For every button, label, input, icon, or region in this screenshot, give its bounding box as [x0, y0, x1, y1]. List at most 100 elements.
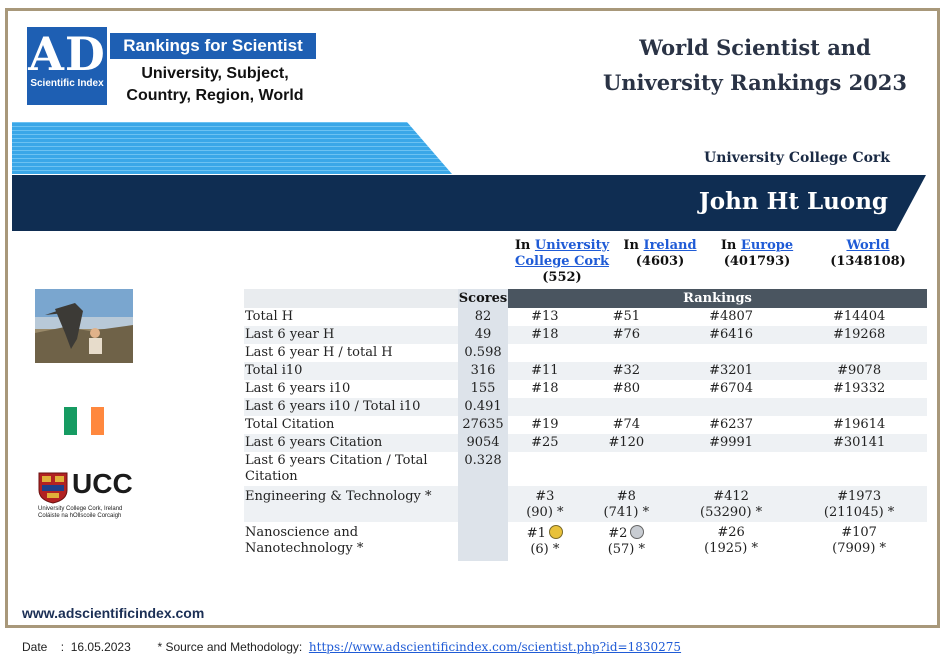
table-row: Last 6 years Citation / Total Citation 0.… [244, 452, 927, 486]
table-header-row: Scores Rankings [244, 289, 927, 308]
university-name: University College Cork [704, 150, 890, 166]
rankings-header: Rankings [508, 289, 927, 308]
rank-country [582, 452, 671, 486]
row-label: Last 6 years Citation / Total Citation [245, 453, 428, 484]
rank-world: #19268 [791, 326, 927, 344]
subject-rank-count: (1925) * [704, 541, 759, 556]
subject-rank: #3 (90) * [508, 486, 582, 522]
subject-rank-value: #3 [535, 489, 555, 504]
subject-rank: #1 (6) * [508, 522, 582, 561]
row-label: Total Citation [245, 417, 335, 432]
rank-university: #13 [531, 309, 559, 324]
table-row: Total i10 316 #11 #32 #3201 #9078 [244, 362, 927, 380]
date-label: Date [22, 640, 48, 654]
region-link[interactable]: Europe [741, 238, 793, 253]
row-score: 155 [458, 380, 508, 398]
rank-world [791, 452, 927, 486]
row-score: 0.598 [458, 344, 508, 362]
table-row: Last 6 years Citation 9054 #25 #120 #9991 #30… [244, 434, 927, 452]
page-title: World Scientist and University Rankings … [600, 30, 910, 100]
rank-country [581, 398, 671, 416]
subject-rank-value: #107 [841, 525, 877, 540]
table-row: Last 6 years i10 / Total i10 0.491 [244, 398, 927, 416]
rank-university: #19 [531, 417, 559, 432]
gold-medal-icon [548, 525, 563, 539]
column-header-university: In University College Cork (552) [508, 238, 616, 286]
rank-country: #74 [612, 417, 641, 432]
column-header-country: In Ireland (4603) [620, 238, 700, 270]
scientist-name: John Ht Luong [698, 188, 888, 215]
row-score: 0.491 [458, 398, 508, 416]
rank-country: #32 [581, 362, 671, 380]
row-label: Last 6 year H [244, 326, 458, 344]
row-score: 9054 [458, 434, 508, 452]
rank-world [791, 398, 927, 416]
footer: Date : 16.05.2023 * Source and Methodolo… [22, 640, 681, 654]
subject-rank-count: (90) * [526, 505, 564, 520]
rank-university [508, 398, 582, 416]
ad-logo: AD Scientific Index [27, 27, 107, 105]
rank-world: #9078 [791, 362, 927, 380]
subject-rank-count: (211045) * [823, 505, 895, 520]
source-link[interactable]: https://www.adscientificindex.com/scient… [309, 640, 681, 654]
rank-region: #9991 [670, 434, 792, 452]
silver-medal-icon [630, 525, 645, 539]
subject-rank-value: #1 [526, 526, 546, 541]
rank-region: #4807 [709, 309, 754, 324]
date-separator: : [60, 640, 65, 654]
subject-rank-value: #1973 [837, 489, 882, 504]
blue-stripe-decoration [12, 122, 452, 174]
rank-country [582, 344, 671, 362]
subject-rank-count: (741) * [603, 505, 650, 520]
rank-world: #19332 [832, 381, 886, 396]
university-link[interactable]: University College Cork [515, 238, 609, 269]
column-prefix: In [720, 238, 737, 253]
rank-region: #6416 [670, 326, 792, 344]
subject-rank: #8 (741) * [581, 486, 671, 522]
column-count: (552) [542, 270, 582, 285]
subject-rank-value: #2 [608, 526, 628, 541]
logo-subtitle: Scientific Index [30, 78, 104, 89]
rank-world: #30141 [791, 434, 927, 452]
logo-title: Rankings for Scientist [110, 33, 316, 59]
subject-rank-count: (6) * [530, 542, 560, 557]
rank-region [670, 398, 792, 416]
ucc-subtitle: University College Cork, Ireland Coláiste… [38, 506, 123, 519]
logo-mark: AD [28, 27, 106, 81]
row-label: Last 6 years i10 [245, 381, 351, 396]
ireland-flag-icon [64, 407, 104, 435]
subject-rank-value: #26 [717, 525, 745, 540]
subject-rank: #412 (53290) * [670, 486, 792, 522]
row-label: Last 6 years i10 / Total i10 [244, 398, 458, 416]
rank-university: #11 [508, 362, 582, 380]
column-header-world: World (1348108) [818, 238, 918, 270]
rank-region: #3201 [670, 362, 792, 380]
scientist-photo [35, 289, 133, 363]
rank-region [671, 452, 791, 486]
table-row: Last 6 year H / total H 0.598 [244, 344, 927, 362]
title-line-1: World Scientist and [639, 35, 871, 60]
scores-header: Scores [458, 289, 508, 308]
country-link[interactable]: Ireland [643, 238, 696, 253]
rank-region: #6704 [709, 381, 754, 396]
ucc-crest-icon [38, 472, 68, 504]
title-line-2: University Rankings 2023 [602, 70, 908, 95]
logo-description: University, Subject, Country, Region, Wo… [126, 65, 304, 104]
subject-rank-count: (53290) * [700, 505, 763, 520]
rank-region: #6237 [709, 417, 754, 432]
world-link[interactable]: World [846, 238, 889, 253]
ucc-wordmark: UCC [72, 468, 133, 499]
rank-country: #80 [612, 381, 641, 396]
row-label: Last 6 years Citation [244, 434, 458, 452]
table-row: Last 6 years i10 155 #18 #80 #6704 #19332 [244, 380, 927, 398]
subject-rank: #26 (1925) * [671, 522, 791, 561]
column-header-region: In Europe (401793) [710, 238, 804, 270]
column-prefix: In [514, 238, 531, 253]
subject-rank-value: #8 [616, 489, 636, 504]
date-value: 16.05.2023 [70, 640, 131, 654]
column-prefix: In [623, 238, 639, 253]
row-score: 82 [458, 308, 508, 326]
rank-region [671, 344, 791, 362]
table-row: Total H 82 #13 #51 #4807 #14404 [244, 308, 927, 326]
row-score: 316 [458, 362, 508, 380]
